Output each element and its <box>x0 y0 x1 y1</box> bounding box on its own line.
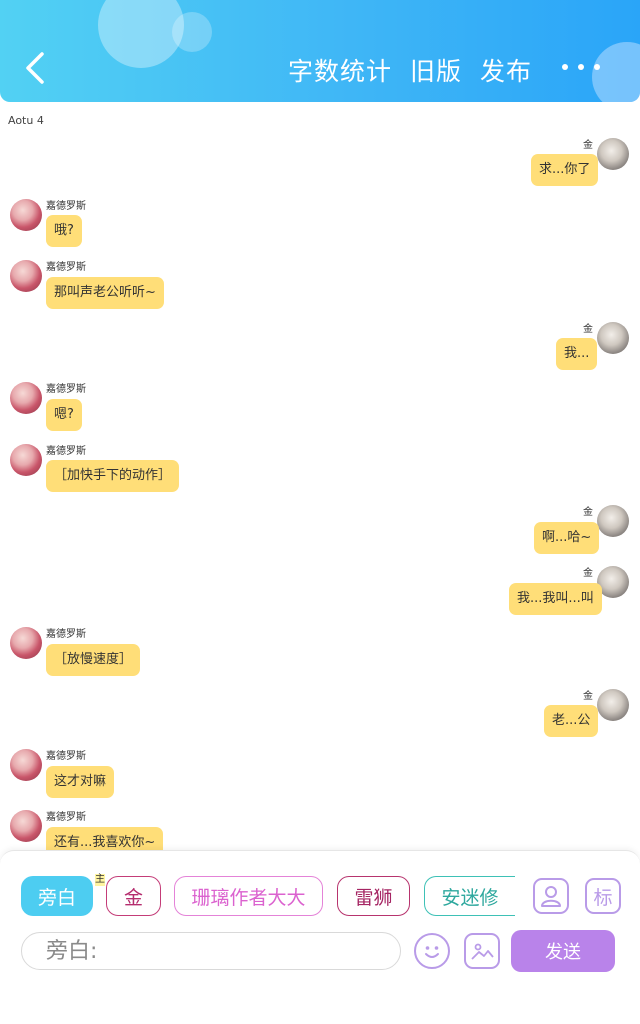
image-icon <box>471 943 494 960</box>
role-chip-leishi[interactable]: 雷狮 <box>337 876 410 916</box>
avatar[interactable] <box>597 322 629 354</box>
message-bubble[interactable]: 这才对嘛 <box>46 766 115 798</box>
avatar[interactable] <box>10 382 42 414</box>
message-bubble[interactable]: 求...你了 <box>531 154 599 186</box>
avatar[interactable] <box>10 627 42 659</box>
message-bubble[interactable]: ［加快手下的动作］ <box>46 460 180 492</box>
message-bubble[interactable]: 我...我叫...叫 <box>509 583 602 615</box>
role-chip-anmixiu[interactable]: 安迷修 <box>424 876 515 916</box>
emoji-icon <box>425 946 439 958</box>
sender-name: 金 <box>583 507 593 518</box>
message-bubble[interactable]: 嗯? <box>46 399 82 431</box>
sender-name: 金 <box>583 691 593 702</box>
message-bubble[interactable]: 那叫声老公听听~ <box>46 277 164 309</box>
image-button[interactable] <box>464 933 500 969</box>
sender-name: 嘉德罗斯 <box>46 201 86 212</box>
avatar[interactable] <box>10 810 42 842</box>
tag-button[interactable]: 标 <box>585 878 621 914</box>
message-bubble[interactable]: 老...公 <box>544 705 599 737</box>
role-chip-narration[interactable]: 旁白 <box>21 876 93 916</box>
avatar[interactable] <box>597 689 629 721</box>
sender-name: 金 <box>583 568 593 579</box>
more-dots-icon <box>562 64 568 70</box>
sender-name: 嘉德罗斯 <box>46 262 86 273</box>
chat-title: Aotu 4 <box>8 114 44 127</box>
more-dots-icon <box>578 64 584 70</box>
sender-name: 金 <box>583 324 593 335</box>
tag-icon: 标 <box>593 886 613 909</box>
word-count-button[interactable]: 字数统计 <box>288 52 392 88</box>
sender-name: 嘉德罗斯 <box>46 384 86 395</box>
message-bubble[interactable]: ［放慢速度］ <box>46 644 141 676</box>
message-bubble[interactable]: 我... <box>556 338 598 370</box>
message-bubble[interactable]: 啊...哈~ <box>534 522 600 554</box>
back-button[interactable] <box>18 50 52 86</box>
avatar[interactable] <box>597 566 629 598</box>
old-version-button[interactable]: 旧版 <box>410 52 462 88</box>
sender-name: 嘉德罗斯 <box>46 629 86 640</box>
message-input[interactable] <box>21 932 401 970</box>
avatar[interactable] <box>597 138 629 170</box>
avatar[interactable] <box>10 749 42 781</box>
decor-circle <box>172 12 212 52</box>
role-chip-author[interactable]: 珊璃作者大大 <box>174 876 323 916</box>
avatar[interactable] <box>10 260 42 292</box>
avatar[interactable] <box>10 444 42 476</box>
role-manage-button[interactable] <box>533 878 569 914</box>
main-role-mark: 主 <box>95 874 105 886</box>
sender-name: 嘉德罗斯 <box>46 812 86 823</box>
more-button[interactable] <box>562 54 600 80</box>
sender-name: 金 <box>583 140 593 151</box>
avatar[interactable] <box>597 505 629 537</box>
chevron-left-icon <box>26 52 44 84</box>
publish-button[interactable]: 发布 <box>480 52 532 88</box>
top-bar: 字数统计 旧版 发布 <box>0 0 640 102</box>
send-button[interactable]: 发送 <box>511 930 615 972</box>
message-bubble[interactable]: 哦? <box>46 215 82 247</box>
person-card-icon <box>541 886 561 907</box>
avatar[interactable] <box>10 199 42 231</box>
emoji-button[interactable] <box>414 933 450 969</box>
more-dots-icon <box>594 64 600 70</box>
sender-name: 嘉德罗斯 <box>46 751 86 762</box>
sender-name: 嘉德罗斯 <box>46 446 86 457</box>
header-actions: 字数统计 旧版 发布 <box>288 52 532 88</box>
role-chip-jin[interactable]: 金 <box>106 876 161 916</box>
decor-circle <box>98 0 184 68</box>
